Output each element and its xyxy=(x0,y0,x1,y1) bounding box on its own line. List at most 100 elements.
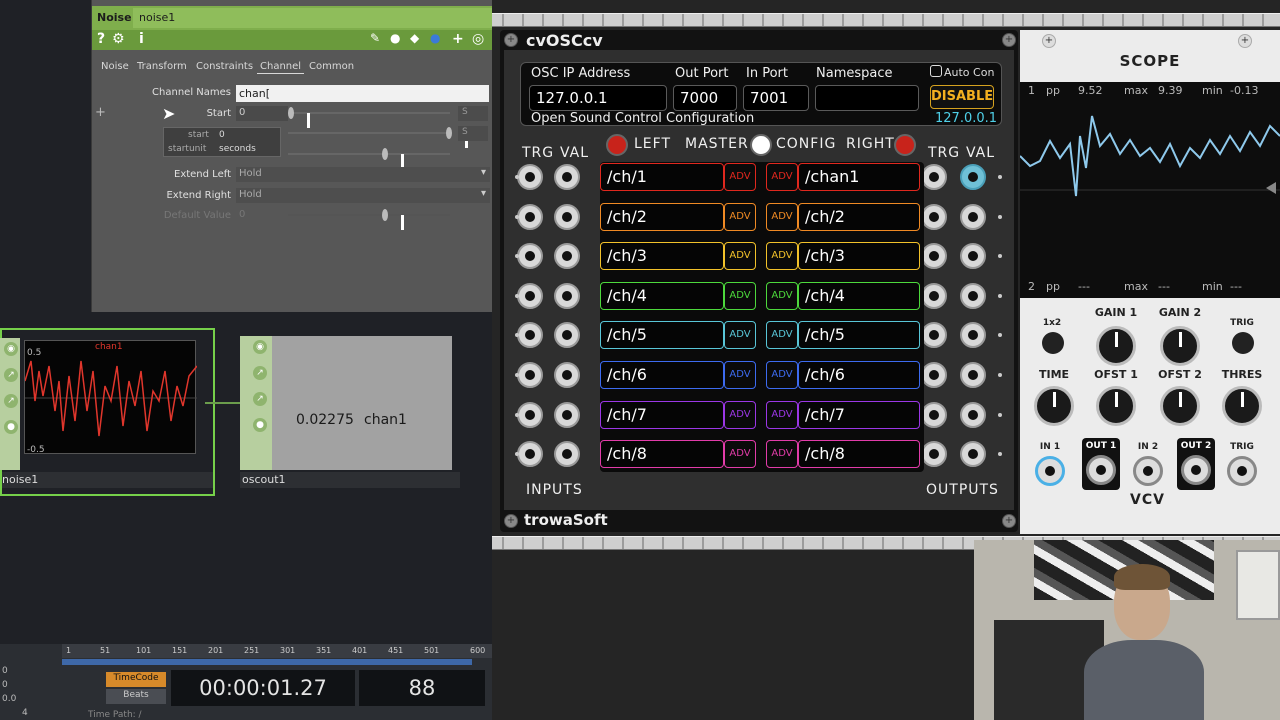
help-icon[interactable]: ? xyxy=(97,31,105,47)
s-button[interactable]: S xyxy=(458,106,488,121)
info-icon[interactable]: i xyxy=(139,31,144,47)
output-val-jack-7[interactable] xyxy=(960,401,986,428)
thres-knob[interactable] xyxy=(1222,386,1262,426)
output-val-jack-5[interactable] xyxy=(960,322,986,349)
right-adv-button-7[interactable]: ADV xyxy=(766,400,798,429)
tab-common[interactable]: Common xyxy=(306,60,357,73)
viewer-icon[interactable]: ◉ xyxy=(253,340,267,354)
target-icon[interactable]: ◎ xyxy=(472,31,484,47)
left-adv-button-2[interactable]: ADV xyxy=(724,202,756,231)
timeline-ruler[interactable]: 1 51 101 151 201 251 301 351 401 451 501… xyxy=(62,644,492,658)
left-adv-button-4[interactable]: ADV xyxy=(724,281,756,310)
python-help-icon[interactable]: ⚙ xyxy=(112,31,125,47)
beats-button[interactable]: Beats xyxy=(106,689,166,704)
left-channel-2[interactable]: /ch/2 xyxy=(600,202,724,231)
output-val-jack-1[interactable] xyxy=(960,164,986,190)
timeline-scrub[interactable] xyxy=(62,659,472,665)
cook-icon[interactable]: ↗ xyxy=(253,366,267,380)
out1-jack[interactable] xyxy=(1086,455,1116,485)
oscout-node[interactable]: ◉ ↗ ↗ ● 0.02275 chan1 oscout1 xyxy=(240,336,460,488)
output-trg-jack-6[interactable] xyxy=(921,362,947,388)
start-slider[interactable] xyxy=(288,107,450,128)
pencil-icon[interactable]: ✎ xyxy=(370,31,380,45)
output-trg-jack-1[interactable] xyxy=(921,164,947,190)
in1-jack[interactable] xyxy=(1035,456,1065,486)
right-adv-button-1[interactable]: ADV xyxy=(766,163,798,191)
auto-con-checkbox[interactable]: Auto Con xyxy=(930,65,994,79)
tab-noise[interactable]: Noise xyxy=(98,60,132,73)
cook-icon[interactable]: ↗ xyxy=(4,368,18,382)
output-trg-jack-2[interactable] xyxy=(921,203,947,230)
output-val-jack-4[interactable] xyxy=(960,282,986,309)
input-val-jack-2[interactable] xyxy=(554,203,580,230)
time-knob[interactable] xyxy=(1034,386,1074,426)
left-channel-1[interactable]: /ch/1 xyxy=(600,163,724,191)
right-channel-8[interactable]: /ch/8 xyxy=(798,440,920,469)
extend-left-menu[interactable]: Hold xyxy=(236,167,490,182)
input-trg-jack-6[interactable] xyxy=(517,362,543,388)
default-slider[interactable] xyxy=(288,209,450,230)
config-led-button[interactable] xyxy=(750,134,772,156)
output-trg-jack-8[interactable] xyxy=(921,441,947,468)
left-adv-button-5[interactable]: ADV xyxy=(724,321,756,350)
input-val-jack-6[interactable] xyxy=(554,362,580,388)
right-channel-4[interactable]: /ch/4 xyxy=(798,281,920,310)
output-trg-jack-4[interactable] xyxy=(921,282,947,309)
output-val-jack-6[interactable] xyxy=(960,362,986,388)
lock-icon[interactable]: ● xyxy=(4,420,18,434)
left-adv-button-6[interactable]: ADV xyxy=(724,361,756,389)
comment-icon[interactable]: ● xyxy=(390,31,400,45)
extend-right-menu[interactable]: Hold xyxy=(236,188,490,203)
trig-button[interactable] xyxy=(1232,332,1254,354)
input-trg-jack-4[interactable] xyxy=(517,282,543,309)
export-icon[interactable]: ↗ xyxy=(253,392,267,406)
python-icon[interactable]: ● xyxy=(430,31,440,45)
right-channel-6[interactable]: /ch/6 xyxy=(798,361,920,389)
right-channel-3[interactable]: /ch/3 xyxy=(798,242,920,271)
op-name-field[interactable]: noise1 xyxy=(133,8,492,28)
input-trg-jack-5[interactable] xyxy=(517,322,543,349)
rate-slider[interactable] xyxy=(288,148,450,169)
clone-icon[interactable]: ◆ xyxy=(410,31,419,45)
default-value-field[interactable]: 0 xyxy=(236,208,288,223)
input-val-jack-3[interactable] xyxy=(554,243,580,270)
start-field[interactable]: 0 xyxy=(236,106,288,121)
scope-module[interactable]: + + SCOPE 1 pp 9.52 max 9.39 min -0.13 2… xyxy=(1020,30,1280,298)
gain2-knob[interactable] xyxy=(1160,326,1200,366)
output-trg-jack-7[interactable] xyxy=(921,401,947,428)
output-trg-jack-5[interactable] xyxy=(921,322,947,349)
input-trg-jack-2[interactable] xyxy=(517,203,543,230)
right-adv-button-2[interactable]: ADV xyxy=(766,202,798,231)
disable-button[interactable]: DISABLE xyxy=(930,85,994,109)
add-icon[interactable]: + xyxy=(452,31,464,47)
right-adv-button-8[interactable]: ADV xyxy=(766,440,798,469)
right-adv-button-5[interactable]: ADV xyxy=(766,321,798,350)
left-led-button[interactable] xyxy=(606,134,628,156)
left-channel-6[interactable]: /ch/6 xyxy=(600,361,724,389)
export-icon[interactable]: ↗ xyxy=(4,394,18,408)
left-channel-5[interactable]: /ch/5 xyxy=(600,321,724,350)
output-val-jack-3[interactable] xyxy=(960,243,986,270)
tab-constraints[interactable]: Constraints xyxy=(193,60,256,73)
trig-jack[interactable] xyxy=(1227,456,1257,486)
right-channel-1[interactable]: /chan1 xyxy=(798,163,920,191)
input-val-jack-4[interactable] xyxy=(554,282,580,309)
right-channel-2[interactable]: /ch/2 xyxy=(798,202,920,231)
left-adv-button-1[interactable]: ADV xyxy=(724,163,756,191)
right-adv-button-6[interactable]: ADV xyxy=(766,361,798,389)
input-trg-jack-8[interactable] xyxy=(517,441,543,468)
in2-jack[interactable] xyxy=(1133,456,1163,486)
out2-jack[interactable] xyxy=(1181,455,1211,485)
end-slider[interactable] xyxy=(288,127,468,148)
lock-icon[interactable]: ● xyxy=(253,418,267,432)
output-val-jack-2[interactable] xyxy=(960,203,986,230)
output-trg-jack-3[interactable] xyxy=(921,243,947,270)
right-led-button[interactable] xyxy=(894,134,916,156)
left-adv-button-3[interactable]: ADV xyxy=(724,242,756,271)
input-val-jack-8[interactable] xyxy=(554,441,580,468)
left-adv-button-7[interactable]: ADV xyxy=(724,400,756,429)
timecode-button[interactable]: TimeCode xyxy=(106,672,166,687)
tab-transform[interactable]: Transform xyxy=(134,60,190,73)
s-button[interactable]: S xyxy=(458,126,488,141)
input-trg-jack-1[interactable] xyxy=(517,164,543,190)
